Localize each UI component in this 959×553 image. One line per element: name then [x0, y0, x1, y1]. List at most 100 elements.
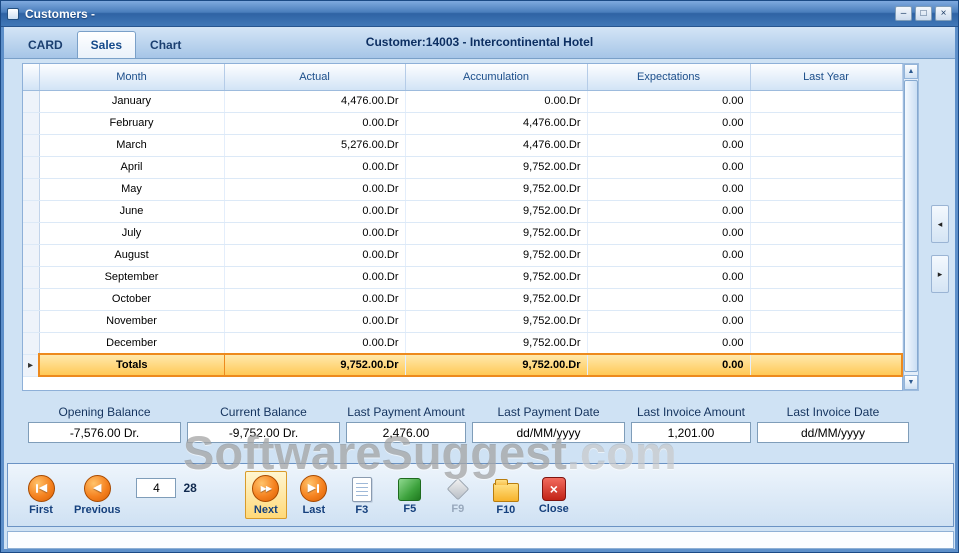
cell-actual[interactable]: 0.00.Dr — [224, 310, 405, 332]
cell-last-year[interactable] — [750, 156, 902, 178]
cell-expectations[interactable]: 0.00 — [587, 266, 750, 288]
cell-month[interactable]: June — [39, 200, 224, 222]
cell-actual[interactable]: 0.00.Dr — [224, 332, 405, 354]
f10-button[interactable]: F10 — [485, 472, 527, 519]
cell-actual[interactable]: 0.00.Dr — [224, 244, 405, 266]
panel-expand-right-button[interactable]: ▸ — [931, 255, 949, 293]
cell-accumulation[interactable]: 9,752.00.Dr — [405, 288, 587, 310]
table-row[interactable]: March5,276.00.Dr4,476.00.Dr0.00 — [23, 134, 902, 156]
table-row[interactable]: February0.00.Dr4,476.00.Dr0.00 — [23, 112, 902, 134]
cell-actual[interactable]: 0.00.Dr — [224, 288, 405, 310]
titlebar[interactable]: Customers - – □ × — [1, 1, 958, 27]
cell-accumulation[interactable]: 9,752.00.Dr — [405, 200, 587, 222]
totals-last-year-cell[interactable] — [750, 354, 902, 376]
cell-accumulation[interactable]: 9,752.00.Dr — [405, 244, 587, 266]
cell-last-year[interactable] — [750, 134, 902, 156]
scroll-up-icon[interactable]: ▲ — [904, 64, 918, 79]
table-row[interactable]: July0.00.Dr9,752.00.Dr0.00 — [23, 222, 902, 244]
cell-last-year[interactable] — [750, 266, 902, 288]
cell-accumulation[interactable]: 0.00.Dr — [405, 90, 587, 112]
totals-month-cell[interactable]: Totals — [39, 354, 224, 376]
cell-last-year[interactable] — [750, 244, 902, 266]
cell-month[interactable]: May — [39, 178, 224, 200]
row-selector[interactable] — [23, 178, 39, 200]
row-selector[interactable] — [23, 200, 39, 222]
cell-actual[interactable]: 4,476.00.Dr — [224, 90, 405, 112]
table-row[interactable]: June0.00.Dr9,752.00.Dr0.00 — [23, 200, 902, 222]
cell-month[interactable]: November — [39, 310, 224, 332]
row-selector[interactable] — [23, 266, 39, 288]
cell-month[interactable]: December — [39, 332, 224, 354]
totals-accumulation-cell[interactable]: 9,752.00.Dr — [405, 354, 587, 376]
table-row[interactable]: August0.00.Dr9,752.00.Dr0.00 — [23, 244, 902, 266]
row-selector[interactable] — [23, 134, 39, 156]
last-invoice-date-value[interactable]: dd/MM/yyyy — [757, 422, 909, 443]
cell-actual[interactable]: 0.00.Dr — [224, 200, 405, 222]
cell-actual[interactable]: 0.00.Dr — [224, 222, 405, 244]
row-selector[interactable] — [23, 112, 39, 134]
close-window-icon[interactable]: × — [935, 6, 952, 21]
panel-collapse-left-button[interactable]: ◂ — [931, 205, 949, 243]
row-selector[interactable] — [23, 244, 39, 266]
cell-month[interactable]: July — [39, 222, 224, 244]
cell-expectations[interactable]: 0.00 — [587, 156, 750, 178]
maximize-icon[interactable]: □ — [915, 6, 932, 21]
table-row[interactable]: December0.00.Dr9,752.00.Dr0.00 — [23, 332, 902, 354]
cell-actual[interactable]: 0.00.Dr — [224, 112, 405, 134]
cell-actual[interactable]: 0.00.Dr — [224, 178, 405, 200]
previous-button[interactable]: ◀ Previous — [68, 471, 126, 519]
cell-expectations[interactable]: 0.00 — [587, 288, 750, 310]
cell-expectations[interactable]: 0.00 — [587, 112, 750, 134]
cell-accumulation[interactable]: 4,476.00.Dr — [405, 112, 587, 134]
cell-last-year[interactable] — [750, 222, 902, 244]
vertical-scrollbar[interactable]: ▲ ▼ — [903, 63, 919, 391]
table-row[interactable]: October0.00.Dr9,752.00.Dr0.00 — [23, 288, 902, 310]
cell-expectations[interactable]: 0.00 — [587, 90, 750, 112]
current-balance-value[interactable]: -9,752.00 Dr. — [187, 422, 340, 443]
cell-last-year[interactable] — [750, 200, 902, 222]
cell-accumulation[interactable]: 9,752.00.Dr — [405, 310, 587, 332]
table-row[interactable]: May0.00.Dr9,752.00.Dr0.00 — [23, 178, 902, 200]
cell-actual[interactable]: 5,276.00.Dr — [224, 134, 405, 156]
f3-button[interactable]: F3 — [341, 472, 383, 519]
row-selector[interactable] — [23, 288, 39, 310]
record-number-input[interactable] — [136, 478, 176, 498]
totals-actual-cell[interactable]: 9,752.00.Dr — [224, 354, 405, 376]
cell-accumulation[interactable]: 9,752.00.Dr — [405, 332, 587, 354]
tab-chart[interactable]: Chart — [136, 31, 195, 58]
f5-button[interactable]: F5 — [389, 472, 431, 518]
cell-accumulation[interactable]: 9,752.00.Dr — [405, 178, 587, 200]
cell-expectations[interactable]: 0.00 — [587, 310, 750, 332]
cell-last-year[interactable] — [750, 310, 902, 332]
cell-accumulation[interactable]: 9,752.00.Dr — [405, 156, 587, 178]
tab-card[interactable]: CARD — [14, 31, 77, 58]
table-row[interactable]: November0.00.Dr9,752.00.Dr0.00 — [23, 310, 902, 332]
cell-accumulation[interactable]: 9,752.00.Dr — [405, 266, 587, 288]
row-selector[interactable] — [23, 90, 39, 112]
cell-month[interactable]: October — [39, 288, 224, 310]
row-selector[interactable] — [23, 222, 39, 244]
totals-expectations-cell[interactable]: 0.00 — [587, 354, 750, 376]
last-invoice-amount-value[interactable]: 1,201.00 — [631, 422, 751, 443]
cell-expectations[interactable]: 0.00 — [587, 244, 750, 266]
cell-month[interactable]: January — [39, 90, 224, 112]
cell-actual[interactable]: 0.00.Dr — [224, 266, 405, 288]
cell-month[interactable]: April — [39, 156, 224, 178]
row-selector[interactable] — [23, 156, 39, 178]
cell-actual[interactable]: 0.00.Dr — [224, 156, 405, 178]
minimize-icon[interactable]: – — [895, 6, 912, 21]
scroll-down-icon[interactable]: ▼ — [904, 375, 918, 390]
cell-last-year[interactable] — [750, 288, 902, 310]
scrollbar-thumb[interactable] — [904, 80, 918, 372]
cell-expectations[interactable]: 0.00 — [587, 200, 750, 222]
table-row[interactable]: September0.00.Dr9,752.00.Dr0.00 — [23, 266, 902, 288]
row-selector[interactable] — [23, 310, 39, 332]
cell-month[interactable]: February — [39, 112, 224, 134]
cell-last-year[interactable] — [750, 90, 902, 112]
row-selector[interactable] — [23, 332, 39, 354]
close-button[interactable]: × Close — [533, 472, 575, 518]
last-payment-date-value[interactable]: dd/MM/yyyy — [472, 422, 625, 443]
cell-month[interactable]: August — [39, 244, 224, 266]
next-button[interactable]: ▶▶ Next — [245, 471, 287, 519]
cell-accumulation[interactable]: 9,752.00.Dr — [405, 222, 587, 244]
